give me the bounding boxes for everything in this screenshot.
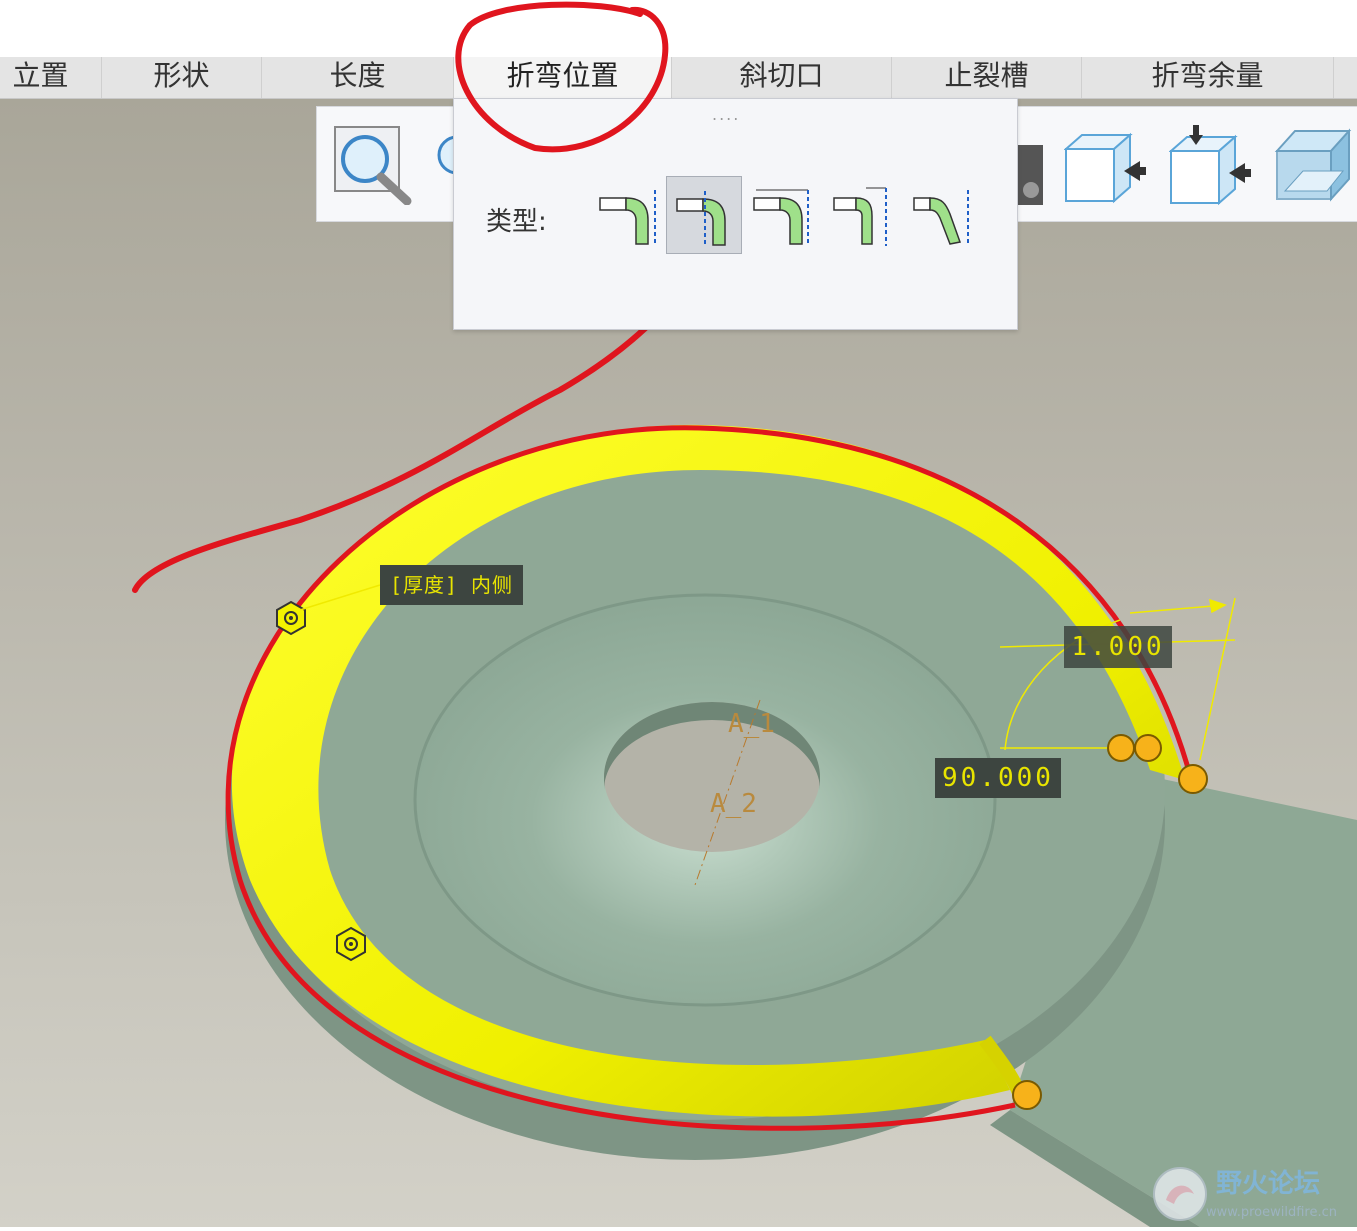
bend-type-1-icon: [599, 190, 656, 246]
drag-handle-3[interactable]: [1178, 764, 1208, 794]
bend-position-panel: .... 类型:: [453, 98, 1018, 330]
ribbon-tabs: 立置 形状 长度 折弯位置 斜切口 止裂槽 折弯余量: [0, 57, 1357, 99]
datum-marker-1: [276, 600, 306, 636]
tab-miter-cut[interactable]: 斜切口: [672, 57, 892, 98]
bend-type-3-button[interactable]: [744, 176, 820, 254]
tab-bend-allowance[interactable]: 折弯余量: [1082, 57, 1334, 98]
view-box-right-icon[interactable]: [1063, 129, 1146, 209]
bend-type-3-icon: [753, 189, 809, 246]
drag-handle-2[interactable]: [1134, 734, 1162, 762]
view-box-top-right-icon[interactable]: [1168, 125, 1251, 211]
tab-bend-position[interactable]: 折弯位置: [454, 57, 672, 98]
bend-type-4-button[interactable]: [824, 176, 900, 254]
bend-type-2-button[interactable]: [666, 176, 742, 254]
bend-type-5-button[interactable]: [904, 176, 980, 254]
drag-handle-4[interactable]: [1012, 1080, 1042, 1110]
view-box-transparent-icon[interactable]: [1273, 127, 1355, 207]
tab-relief[interactable]: 止裂槽: [892, 57, 1082, 98]
drag-handle-1[interactable]: [1107, 734, 1135, 762]
bend-type-4-icon: [833, 187, 887, 246]
bend-type-2-icon: [676, 191, 726, 247]
datum-marker-2: [336, 926, 366, 962]
watermark-url: www.proewildfire.cn: [1206, 1205, 1337, 1220]
thickness-label[interactable]: [厚度] 内侧: [380, 565, 523, 605]
angle-dimension[interactable]: 90.000: [935, 758, 1061, 798]
forum-watermark: 野火论坛 www.proewildfire.cn: [1148, 1160, 1357, 1227]
axis-a1-label: A_1: [728, 709, 775, 739]
tab-placement[interactable]: 立置: [0, 57, 102, 98]
watermark-title: 野火论坛: [1216, 1169, 1320, 1199]
bend-type-1-button[interactable]: [590, 176, 666, 254]
zoom-icon[interactable]: [333, 125, 415, 209]
axis-a2-label: A_2: [710, 789, 757, 819]
tab-shape[interactable]: 形状: [102, 57, 262, 98]
length-dimension[interactable]: 1.000: [1064, 626, 1172, 668]
panel-grip[interactable]: ....: [712, 107, 740, 123]
tab-length[interactable]: 长度: [262, 57, 454, 98]
type-label: 类型:: [486, 207, 547, 237]
bend-type-5-icon: [913, 190, 969, 246]
camera-icon[interactable]: [1017, 135, 1047, 209]
